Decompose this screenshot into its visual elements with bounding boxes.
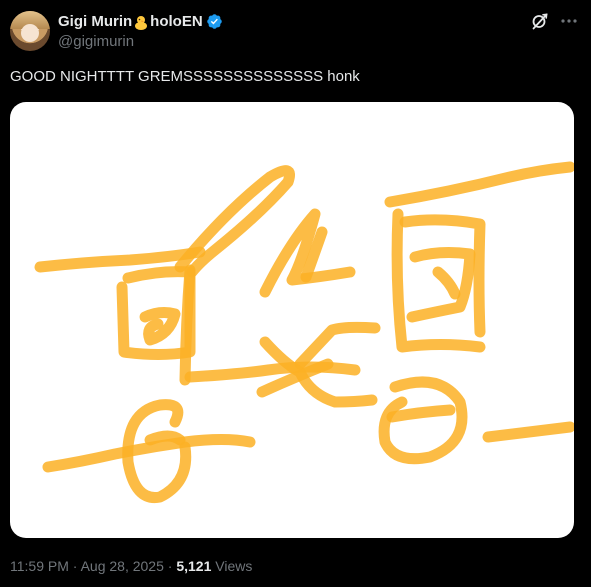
author-handle[interactable]: @gigimurin — [58, 33, 134, 50]
views-count[interactable]: 5,121 — [176, 558, 211, 574]
meta-separator: · — [72, 558, 78, 574]
meta-separator: · — [167, 558, 173, 574]
grok-icon[interactable] — [531, 12, 549, 30]
avatar-face — [21, 24, 39, 42]
post-time[interactable]: 11:59 PM — [10, 558, 69, 574]
author-name-suffix[interactable]: holoEN — [150, 13, 203, 30]
baby-chick-icon — [133, 14, 149, 30]
more-options-icon[interactable] — [560, 12, 578, 30]
author-name-row[interactable]: Gigi Murin holoEN — [58, 13, 223, 30]
post-image-drawing[interactable] — [10, 102, 574, 538]
post-metadata: 11:59 PM · Aug 28, 2025 · 5,121 Views — [10, 558, 252, 574]
verified-badge-icon[interactable] — [206, 13, 223, 30]
author-name[interactable]: Gigi Murin — [58, 13, 132, 30]
post-text: GOOD NIGHTTTT GREMSSSSSSSSSSSSSS honk — [10, 68, 360, 85]
avatar[interactable] — [10, 11, 50, 51]
views-label[interactable]: Views — [215, 558, 252, 574]
post-date[interactable]: Aug 28, 2025 — [81, 558, 164, 574]
